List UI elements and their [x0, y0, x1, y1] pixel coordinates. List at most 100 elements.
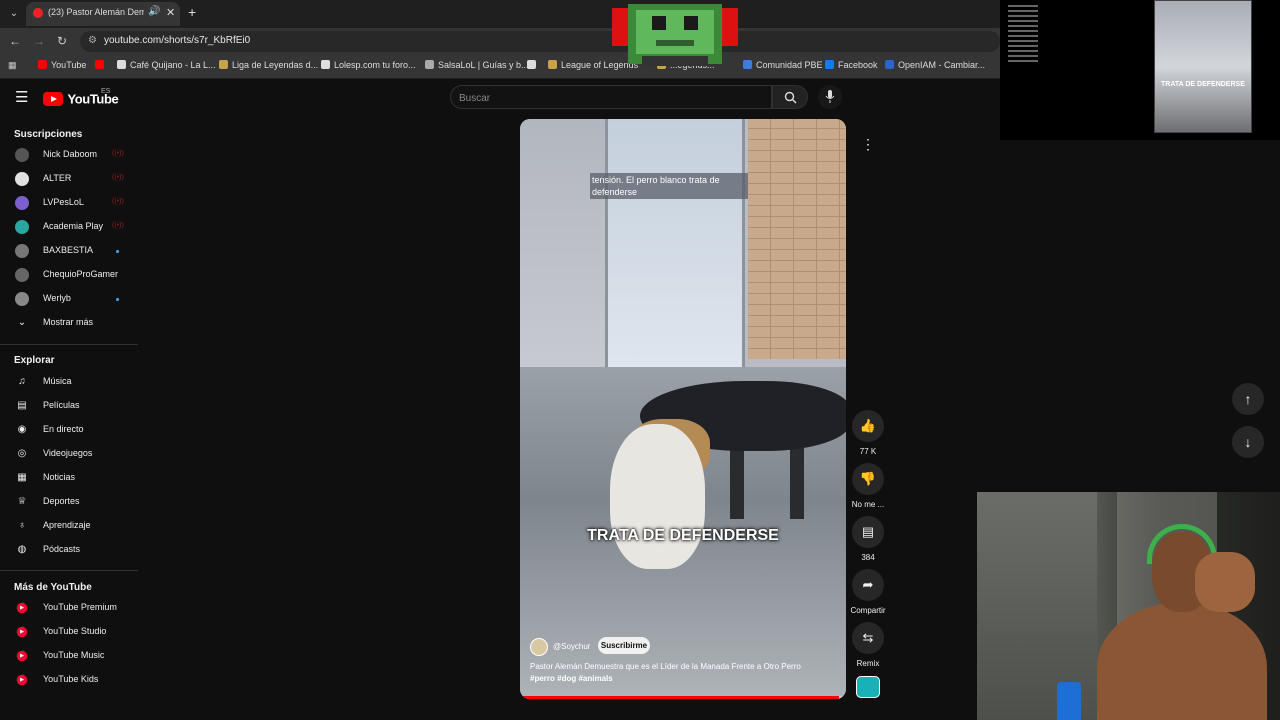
overlay-thumb-text: TRATA DE DEFENDERSE: [1161, 81, 1245, 88]
subscriptions-heading[interactable]: Suscripciones: [14, 129, 82, 140]
explore-label: Noticias: [43, 472, 76, 482]
bookmark-favicon-icon: [885, 60, 894, 69]
streamer-body: [1097, 602, 1267, 720]
more-youtube-item[interactable]: ▶ YouTube Music: [0, 645, 138, 667]
like-action[interactable]: 👍 77 K: [848, 410, 888, 456]
explore-label: Pódcasts: [43, 544, 81, 554]
short-video-player[interactable]: tensión. El perro blanco trata de defend…: [520, 119, 846, 699]
remix-icon[interactable]: ⇆: [852, 622, 884, 654]
video-subtitle: TRATA DE DEFENDERSE: [587, 527, 779, 544]
sidebar-divider: [0, 570, 138, 571]
live-indicator-icon: ((•)): [112, 174, 124, 181]
subscription-item[interactable]: ChequioProGamer: [0, 264, 138, 286]
forward-arrow-icon[interactable]: →: [33, 34, 45, 48]
channel-name[interactable]: @Soychur: [553, 642, 590, 651]
chevron-down-icon: ⌄: [17, 317, 27, 328]
bookmark-favicon-icon: [743, 60, 752, 69]
bookmark-item[interactable]: [527, 60, 540, 70]
search-box: [450, 85, 772, 109]
explore-item[interactable]: ◍ Pódcasts: [0, 539, 138, 561]
url-text[interactable]: youtube.com/shorts/s7r_KbRfEi0: [104, 35, 250, 46]
subscription-item[interactable]: BAXBESTIA: [0, 240, 138, 262]
menu-icon[interactable]: ☰: [15, 88, 28, 106]
search-icon: [784, 91, 796, 104]
apps-grid-icon[interactable]: ▦: [8, 60, 17, 71]
more-youtube-label: YouTube Music: [43, 650, 105, 660]
bookmark-item[interactable]: Liga de Leyendas d...: [219, 60, 318, 70]
bookmark-item[interactable]: OpenIAM - Cambiar...: [885, 60, 985, 70]
subscription-item[interactable]: Academia Play ((•)): [0, 216, 138, 238]
explore-item[interactable]: ♕ Deportes: [0, 491, 138, 513]
search-input[interactable]: [459, 90, 759, 106]
bookmark-item[interactable]: SalsaLoL | Guías y b...: [425, 60, 529, 70]
more-options-button[interactable]: ⋮: [856, 132, 880, 156]
bookmark-favicon-icon: [219, 60, 228, 69]
subscription-item[interactable]: LVPesLoL ((•)): [0, 192, 138, 214]
comments-action[interactable]: ▤ 384: [848, 516, 888, 562]
microphone-icon: [825, 90, 835, 103]
explore-item[interactable]: ▤ Películas: [0, 395, 138, 417]
explore-item[interactable]: ♁ Aprendizaje: [0, 515, 138, 537]
bookmark-favicon-icon: [38, 60, 47, 69]
subscribe-button[interactable]: Suscribirme: [598, 637, 650, 654]
white-dog: [610, 424, 705, 569]
bookmark-label: SalsaLoL | Guías y b...: [438, 60, 529, 70]
reload-icon[interactable]: ↻: [57, 34, 67, 48]
more-youtube-item[interactable]: ▶ YouTube Studio: [0, 621, 138, 643]
bookmark-label: Lolesp.com tu foro...: [334, 60, 416, 70]
sound-source-avatar[interactable]: [856, 676, 880, 698]
share-arrow-icon[interactable]: ➦: [852, 569, 884, 601]
bookmark-favicon-icon: [425, 60, 434, 69]
next-short-button[interactable]: ↓: [1232, 426, 1264, 458]
tab-search-icon[interactable]: ⌄: [6, 6, 22, 22]
bookmark-label: Café Quijano - La L...: [130, 60, 216, 70]
dog-leg: [730, 439, 744, 519]
thumbs-down-icon[interactable]: 👎: [852, 463, 884, 495]
bookmarks-bar: ▦ YouTube Café Quijano - La L... Liga de L…: [0, 55, 1000, 79]
bookmark-item[interactable]: Facebook: [825, 60, 878, 70]
speaker-icon[interactable]: 🔊: [148, 6, 160, 17]
more-youtube-item[interactable]: ▶ YouTube Premium: [0, 597, 138, 619]
close-tab-icon[interactable]: ✕: [166, 6, 175, 19]
youtube-logo-text: YouTube: [67, 91, 119, 107]
explore-item[interactable]: ◉ En directo: [0, 419, 138, 441]
explore-item[interactable]: ▦ Noticias: [0, 467, 138, 489]
show-more-label: Mostrar más: [43, 317, 94, 327]
comment-icon[interactable]: ▤: [852, 516, 884, 548]
bookmark-item[interactable]: Comunidad PBE: [743, 60, 823, 70]
explore-item[interactable]: ◎ Videojuegos: [0, 443, 138, 465]
search-button[interactable]: [772, 85, 808, 109]
explore-item[interactable]: ♫ Música: [0, 371, 138, 393]
trophy-icon: ♕: [17, 496, 27, 507]
live-indicator-icon: ((•)): [112, 222, 124, 229]
bookmark-item[interactable]: Lolesp.com tu foro...: [321, 60, 416, 70]
subscription-item[interactable]: Nick Daboom ((•)): [0, 144, 138, 166]
channel-avatar-icon: [15, 244, 29, 258]
thumbs-up-icon[interactable]: 👍: [852, 410, 884, 442]
bookmark-item[interactable]: YouTube: [38, 60, 86, 70]
url-bar[interactable]: ⚙ youtube.com/shorts/s7r_KbRfEi0: [80, 31, 1000, 52]
previous-short-button[interactable]: ↑: [1232, 383, 1264, 415]
voice-search-button[interactable]: [818, 85, 842, 109]
video-hashtags[interactable]: #perro #dog #animals: [530, 674, 613, 683]
stream-overlay-thumbnail: TRATA DE DEFENDERSE: [1154, 0, 1252, 133]
subscription-item[interactable]: Werlyb: [0, 288, 138, 310]
subscription-label: BAXBESTIA: [43, 245, 94, 255]
bookmark-item[interactable]: Café Quijano - La L...: [117, 60, 216, 70]
bookmark-item[interactable]: [95, 60, 108, 70]
channel-avatar[interactable]: [530, 638, 548, 656]
new-tab-button[interactable]: +: [188, 4, 196, 20]
subscription-item[interactable]: ALTER ((•)): [0, 168, 138, 190]
new-content-dot: [116, 250, 119, 253]
video-progress-bar[interactable]: [520, 696, 846, 699]
more-youtube-label: YouTube Studio: [43, 626, 107, 636]
dislike-action[interactable]: 👎 No me ...: [848, 463, 888, 509]
sidebar: Suscripciones Explorar Más de YouTube Ni…: [0, 122, 138, 720]
show-more-button[interactable]: ⌄ Mostrar más: [0, 312, 138, 334]
more-youtube-item[interactable]: ▶ YouTube Kids: [0, 669, 138, 691]
back-arrow-icon[interactable]: ←: [9, 34, 21, 48]
remix-action[interactable]: ⇆ Remix: [848, 622, 888, 668]
share-action[interactable]: ➦ Compartir: [848, 569, 888, 615]
browser-tab-active[interactable]: (23) Pastor Alemán Demue 🔊 ✕: [26, 2, 180, 26]
site-info-icon[interactable]: ⚙: [88, 35, 97, 46]
